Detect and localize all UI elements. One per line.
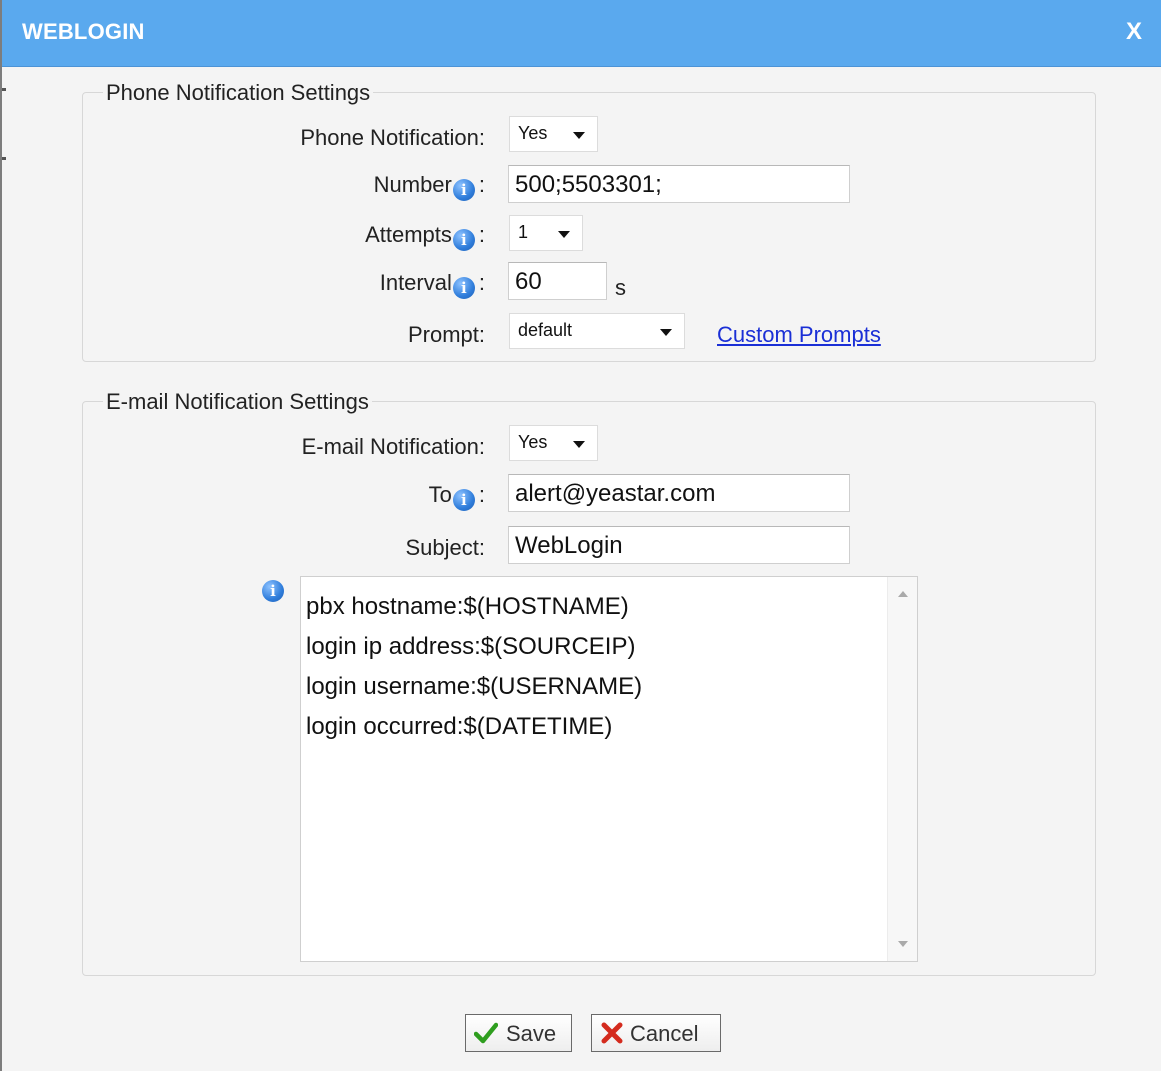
label-colon: : (478, 482, 485, 507)
phone-notification-select[interactable]: Yes (509, 116, 598, 152)
email-notification-select[interactable]: Yes (509, 425, 598, 461)
window-edge-mark (2, 88, 6, 91)
chevron-down-icon (660, 329, 672, 336)
to-label-group: To i: (429, 482, 485, 511)
phone-notification-value: Yes (518, 123, 548, 143)
email-body-textarea[interactable]: pbx hostname:$(HOSTNAME) login ip addres… (300, 576, 918, 962)
prompt-select[interactable]: default (509, 313, 685, 349)
number-label-group: Number i: (374, 172, 485, 201)
email-notification-legend: E-mail Notification Settings (103, 389, 372, 415)
dialog-title: WEBLOGIN (22, 19, 145, 44)
phone-notification-label: Phone Notification: (300, 125, 485, 150)
info-icon[interactable]: i (452, 229, 475, 251)
interval-label: Interval (379, 270, 452, 295)
email-subject-input[interactable]: WebLogin (508, 526, 850, 564)
info-icon[interactable]: i (262, 580, 284, 602)
email-body-line: login username:$(USERNAME) (306, 673, 643, 700)
label-colon: : (478, 172, 485, 197)
prompt-label: Prompt: (407, 322, 485, 347)
number-label: Number (373, 172, 452, 197)
chevron-down-icon (573, 132, 585, 139)
email-body-line: login ip address:$(SOURCEIP) (306, 633, 636, 660)
email-notification-value: Yes (518, 432, 548, 452)
weblogin-dialog: WEBLOGIN X Phone Notification Settings P… (0, 0, 1161, 1071)
cancel-x-icon (601, 1022, 623, 1044)
attempts-label-group: Attempts i: (365, 222, 485, 251)
email-body-text: pbx hostname:$(HOSTNAME) login ip addres… (306, 587, 642, 747)
custom-prompts-link[interactable]: Custom Prompts (717, 322, 881, 348)
window-edge-mark (2, 157, 6, 160)
subject-label: Subject: (405, 535, 486, 560)
interval-input[interactable]: 60 (508, 262, 607, 300)
chevron-down-icon (573, 441, 585, 448)
interval-unit: s (615, 275, 626, 300)
save-button-label: Save (506, 1021, 557, 1046)
to-label: To (428, 482, 452, 507)
number-input[interactable]: 500;5503301; (508, 165, 850, 203)
attempts-select[interactable]: 1 (509, 215, 583, 251)
cancel-button[interactable]: Cancel (591, 1014, 721, 1052)
save-button[interactable]: Save (465, 1014, 572, 1052)
email-notification-label: E-mail Notification: (301, 434, 485, 459)
textarea-scrollbar[interactable] (887, 577, 917, 961)
close-button[interactable]: X (1126, 18, 1142, 46)
checkmark-icon (474, 1022, 498, 1044)
info-icon[interactable]: i (452, 179, 475, 201)
prompt-value: default (518, 320, 573, 340)
interval-label-group: Interval i: (380, 270, 485, 299)
chevron-down-icon (558, 231, 570, 238)
label-colon: : (478, 270, 485, 295)
cancel-button-label: Cancel (630, 1021, 699, 1046)
attempts-label: Attempts (365, 222, 452, 247)
attempts-value: 1 (518, 222, 529, 242)
scroll-up-arrow-icon[interactable] (898, 591, 908, 597)
info-icon[interactable]: i (452, 489, 475, 511)
email-body-line: pbx hostname:$(HOSTNAME) (306, 593, 629, 620)
scroll-down-arrow-icon[interactable] (898, 941, 908, 947)
email-to-input[interactable]: alert@yeastar.com (508, 474, 850, 512)
dialog-titlebar[interactable]: WEBLOGIN X (2, 0, 1161, 67)
label-colon: : (478, 222, 485, 247)
info-icon[interactable]: i (452, 277, 475, 299)
phone-notification-legend: Phone Notification Settings (103, 80, 374, 106)
email-body-line: login occurred:$(DATETIME) (306, 713, 613, 740)
